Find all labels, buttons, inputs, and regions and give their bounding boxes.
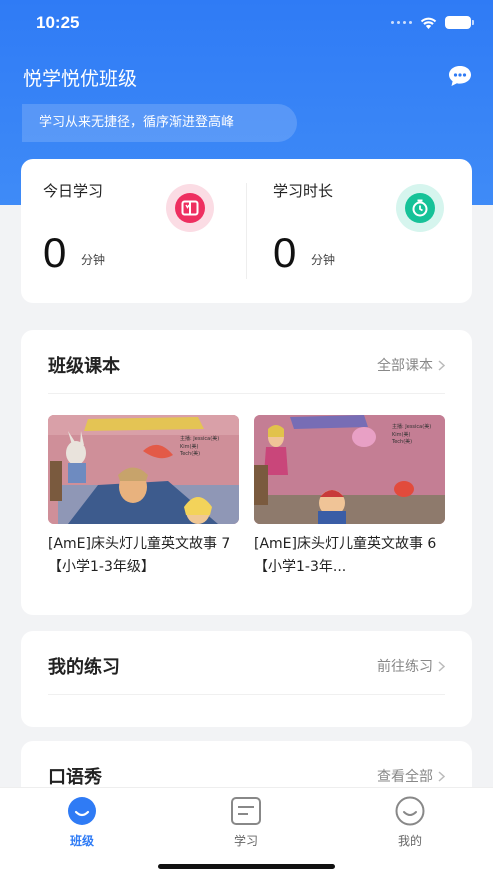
duration-value: 0 [273,229,297,276]
page-title: 悦学悦优班级 [23,68,138,90]
practice-header: 我的练习 前往练习 [48,631,445,695]
tab-class[interactable]: 班级 [32,796,132,849]
view-all-oral-link[interactable]: 查看全部 [377,766,445,786]
course-name: [AmE]床头灯儿童英文故事 6【小学1-3年... [254,536,437,575]
course-item[interactable]: 主播: Jessica(美) Kim(美) Tech(美) [AmE]床头灯儿童… [48,415,239,579]
status-time: 10:25 [36,13,80,32]
svg-text:Tech(美): Tech(美) [179,450,200,457]
notebook-icon [229,796,263,826]
stats-card: 今日学习 0 分钟 学习时长 0 分钟 [21,159,472,303]
practice-title: 我的练习 [48,657,120,678]
duration-label: 学习时长 [273,182,334,200]
today-study-unit: 分钟 [81,253,106,267]
course-name: [AmE]床头灯儿童英文故事 7【小学1-3年级】 [48,536,231,575]
tab-mine-label: 我的 [397,834,422,848]
svg-text:Tech(美): Tech(美) [391,438,412,445]
svg-text:Kim(美): Kim(美) [180,443,198,450]
smile-icon [65,796,99,826]
battery-icon [445,16,474,29]
oral-title: 口语秀 [48,767,102,788]
courses-header: 班级课本 全部课本 [48,330,445,394]
today-study-label: 今日学习 [43,182,104,200]
user-smile-icon [393,796,427,826]
signal-icon [391,21,412,24]
status-bar: 10:25 [0,0,493,48]
chevron-right-icon [438,359,445,371]
course-cover-image: 主播: Jessica(美) Kim(美) Tech(美) [48,415,239,524]
course-item[interactable]: 主播: Jessica(美) Kim(美) Tech(美) [AmE]床头灯儿童… [254,415,445,579]
go-practice-label: 前往练习 [377,659,433,675]
today-study-stat[interactable]: 今日学习 0 分钟 [21,159,246,303]
chevron-right-icon [438,660,445,672]
status-icons [391,16,474,29]
stats-divider [246,183,247,279]
tab-mine[interactable]: 我的 [360,796,460,849]
courses-card: 班级课本 全部课本 主播: Jessica(美) Kim(美) Tech(美) … [21,330,472,615]
course-cover-image: 主播: Jessica(美) Kim(美) Tech(美) [254,415,445,524]
timer-icon [396,184,444,232]
all-courses-link[interactable]: 全部课本 [377,355,445,375]
go-practice-link[interactable]: 前往练习 [377,656,445,676]
practice-card: 我的练习 前往练习 [21,631,472,727]
chat-icon[interactable] [448,65,472,87]
duration-unit: 分钟 [311,253,336,267]
tab-class-label: 班级 [69,834,94,848]
svg-text:主播: Jessica(美): 主播: Jessica(美) [392,423,431,430]
today-study-value: 0 [43,229,67,276]
duration-stat[interactable]: 学习时长 0 分钟 [251,159,476,303]
chevron-right-icon [438,770,445,782]
motto-banner: 学习从来无捷径，循序渐进登高峰 [22,104,297,142]
view-all-oral-label: 查看全部 [377,769,433,785]
book-icon [166,184,214,232]
courses-title: 班级课本 [48,356,120,377]
wifi-icon [420,17,437,29]
svg-text:Kim(美): Kim(美) [392,431,410,438]
tab-study-label: 学习 [233,834,258,848]
svg-text:主播: Jessica(美): 主播: Jessica(美) [180,435,219,442]
tab-study[interactable]: 学习 [196,796,296,849]
home-indicator [158,864,335,869]
all-courses-label: 全部课本 [377,358,433,374]
